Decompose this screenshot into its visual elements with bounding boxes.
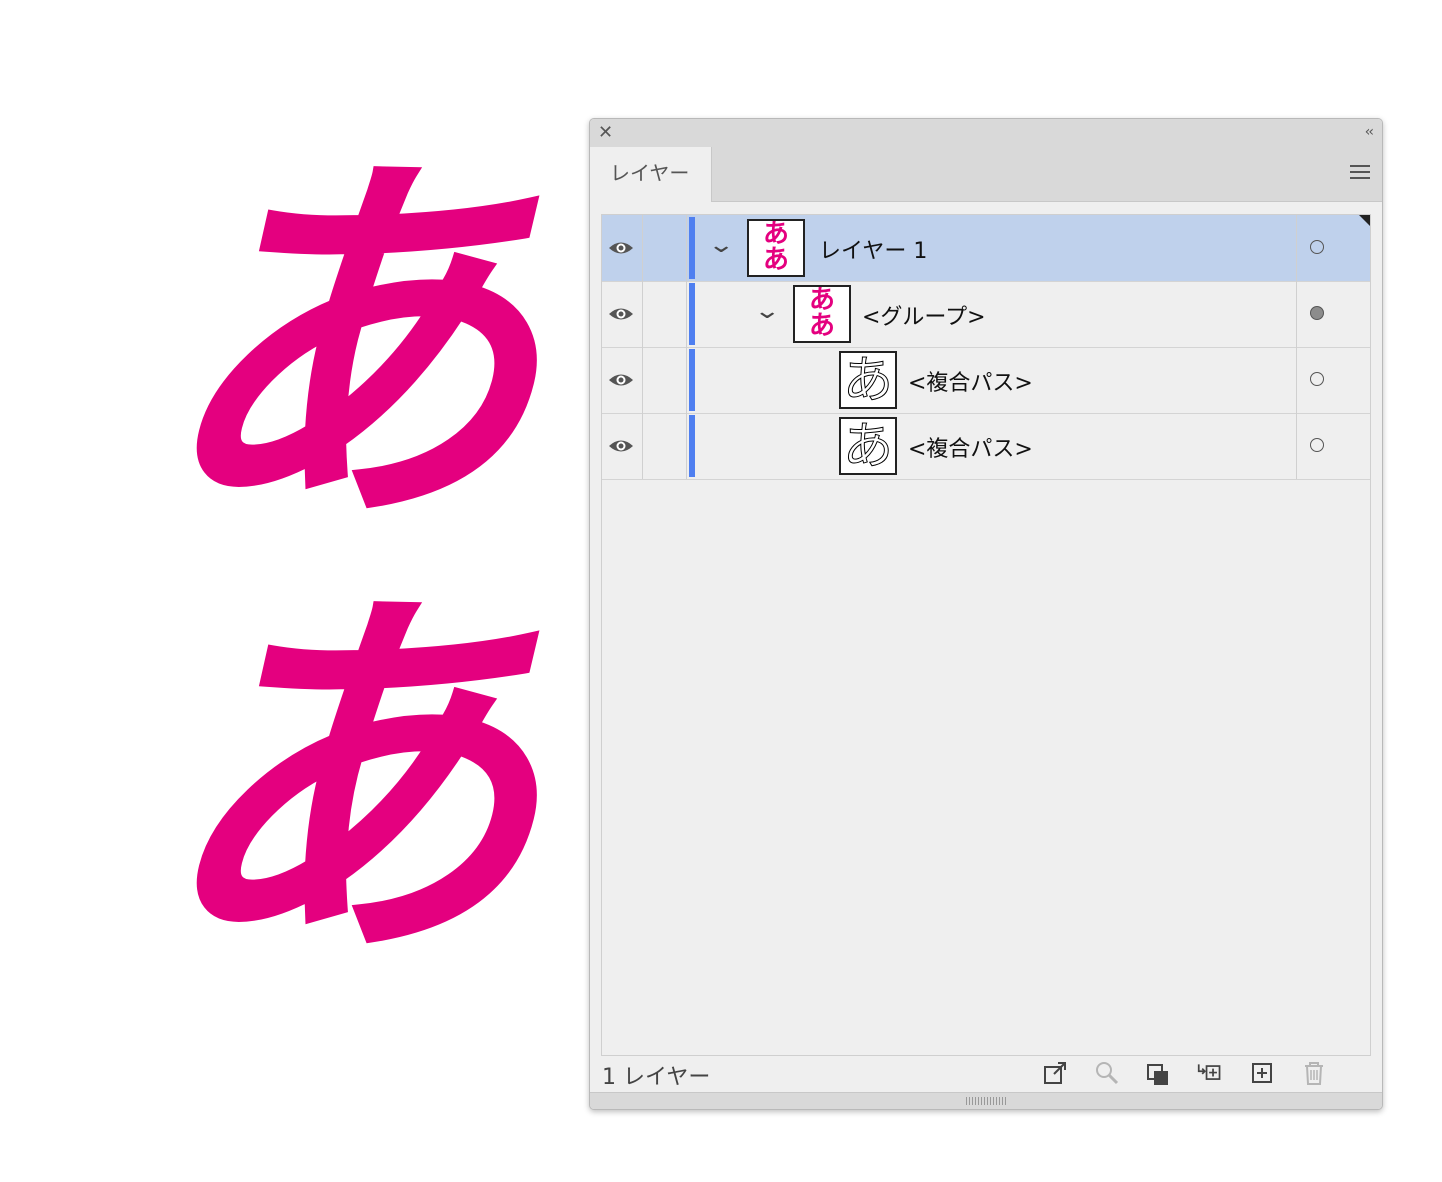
new-layer-icon[interactable] [1250, 1059, 1276, 1087]
column-divider [642, 281, 643, 347]
thumbnail-glyph: あ [808, 311, 835, 341]
thumbnail-glyph: あ [762, 245, 789, 275]
thumbnail-glyph: あ [843, 351, 894, 409]
layer-name[interactable]: <グループ> [862, 299, 986, 331]
thumbnail-glyph: あ [843, 417, 894, 475]
column-divider [686, 413, 687, 479]
close-icon[interactable]: ✕ [598, 122, 613, 143]
thumbnail-glyph: あ [808, 285, 835, 315]
target-circle[interactable] [1310, 306, 1324, 320]
collapse-icon[interactable]: ‹‹ [1365, 124, 1374, 140]
export-icon[interactable] [1042, 1059, 1068, 1087]
chevron-down-icon[interactable]: ⌄ [753, 299, 781, 324]
layer-color-bar [689, 349, 695, 411]
column-divider [1296, 215, 1297, 281]
layer-count: 1 レイヤー [602, 1065, 711, 1090]
trash-icon[interactable] [1301, 1059, 1327, 1087]
artwork-glyph-top[interactable]: あ [150, 125, 540, 565]
layer-row[interactable]: ⌄ あ あ <グループ> [602, 281, 1370, 348]
clipping-mask-icon[interactable] [1145, 1059, 1171, 1087]
artwork-glyph-bottom[interactable]: あ [150, 560, 540, 1000]
column-divider [642, 215, 643, 281]
layers-panel: ✕ ‹‹ レイヤー ⌄ あ あ レイヤー 1 ⌄ あ あ <グループ> あ <複… [589, 118, 1383, 1110]
layer-row[interactable]: あ <複合パス> [602, 413, 1370, 480]
column-divider [686, 215, 687, 281]
layer-name[interactable]: <複合パス> [908, 365, 1033, 397]
column-divider [1296, 413, 1297, 479]
panel-tabbar: レイヤー [590, 147, 1382, 202]
group-thumbnail: あ あ [793, 285, 851, 343]
layer-row[interactable]: あ <複合パス> [602, 347, 1370, 414]
tab-layers[interactable]: レイヤー [590, 147, 712, 202]
column-divider [1296, 347, 1297, 413]
resize-bar[interactable] [590, 1092, 1382, 1109]
path-thumbnail: あ [839, 351, 897, 409]
panel-titlebar[interactable]: ✕ ‹‹ [590, 119, 1382, 148]
eye-icon[interactable] [608, 238, 634, 258]
layer-name[interactable]: <複合パス> [908, 431, 1033, 463]
column-divider [642, 413, 643, 479]
column-divider [1296, 281, 1297, 347]
layer-color-bar [689, 415, 695, 477]
eye-icon[interactable] [608, 436, 634, 456]
layer-color-bar [689, 283, 695, 345]
panel-menu-icon[interactable] [1350, 165, 1370, 179]
thumbnail-glyph: あ [762, 219, 789, 249]
layer-color-bar [689, 217, 695, 279]
resize-grip-icon[interactable] [966, 1097, 1006, 1105]
column-divider [642, 347, 643, 413]
search-icon[interactable] [1094, 1059, 1120, 1087]
selected-art-indicator [1359, 215, 1370, 226]
layers-list: ⌄ あ あ レイヤー 1 ⌄ あ あ <グループ> あ <複合パス> あ <複合… [601, 214, 1371, 1056]
layer-name[interactable]: レイヤー 1 [819, 233, 927, 265]
target-circle[interactable] [1310, 240, 1324, 254]
column-divider [686, 281, 687, 347]
eye-icon[interactable] [608, 304, 634, 324]
column-divider [686, 347, 687, 413]
layer-thumbnail: あ あ [747, 219, 805, 277]
eye-icon[interactable] [608, 370, 634, 390]
layer-row[interactable]: ⌄ あ あ レイヤー 1 [602, 215, 1370, 282]
path-thumbnail: あ [839, 417, 897, 475]
sublayer-icon[interactable] [1197, 1059, 1223, 1087]
target-circle[interactable] [1310, 372, 1324, 386]
chevron-down-icon[interactable]: ⌄ [707, 233, 735, 258]
target-circle[interactable] [1310, 438, 1324, 452]
